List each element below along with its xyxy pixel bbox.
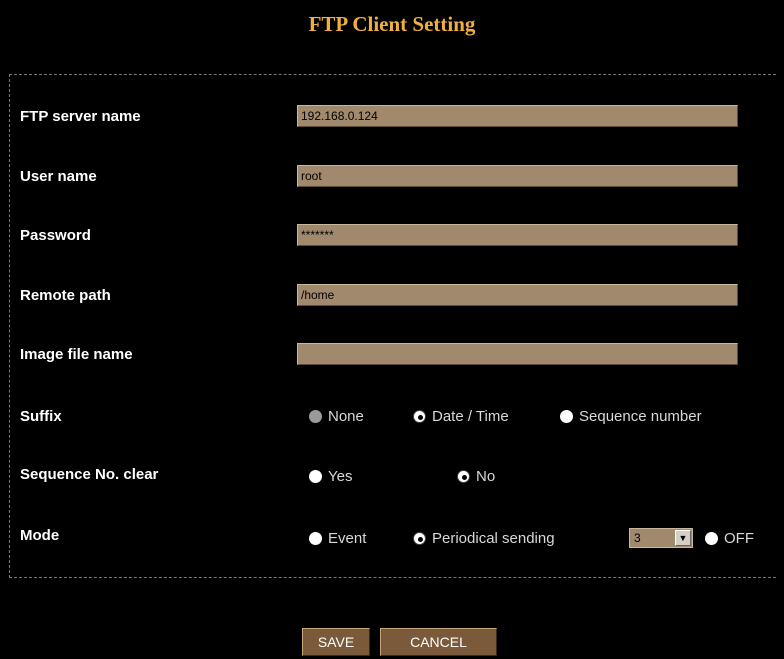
- user-name-input[interactable]: [297, 165, 738, 187]
- cancel-button[interactable]: CANCEL: [380, 628, 497, 656]
- interval-select[interactable]: 3 ▼: [629, 528, 693, 548]
- remote-path-label: Remote path: [20, 287, 111, 304]
- mode-option-periodical[interactable]: Periodical sending: [413, 530, 555, 547]
- user-name-label: User name: [20, 168, 97, 185]
- remote-path-input[interactable]: [297, 284, 738, 306]
- radio-selected-icon[interactable]: [413, 410, 426, 423]
- image-file-name-input[interactable]: [297, 343, 738, 365]
- mode-label: Mode: [20, 527, 60, 544]
- radio-icon[interactable]: [309, 410, 322, 423]
- mode-option-off[interactable]: OFF: [705, 530, 754, 547]
- suffix-option-none[interactable]: None: [309, 408, 364, 425]
- mode-option-label: Periodical sending: [432, 530, 555, 547]
- ftp-server-label: FTP server name: [20, 108, 141, 125]
- suffix-option-label: Sequence number: [579, 408, 702, 425]
- sequence-clear-label: Sequence No. clear: [20, 466, 159, 483]
- page-title: FTP Client Setting: [308, 12, 476, 36]
- mode-option-label: Event: [328, 530, 367, 547]
- image-file-name-label: Image file name: [20, 346, 133, 363]
- radio-icon[interactable]: [560, 410, 573, 423]
- radio-icon[interactable]: [309, 532, 322, 545]
- seqclear-option-no[interactable]: No: [457, 468, 495, 485]
- password-label: Password: [20, 227, 91, 244]
- ftp-server-input[interactable]: [297, 105, 738, 127]
- save-button[interactable]: SAVE: [302, 628, 370, 656]
- suffix-option-label: Date / Time: [432, 408, 509, 425]
- seqclear-option-yes[interactable]: Yes: [309, 468, 352, 485]
- suffix-option-label: None: [328, 408, 364, 425]
- seqclear-option-label: No: [476, 468, 496, 485]
- mode-option-label: OFF: [724, 530, 754, 547]
- chevron-down-icon[interactable]: ▼: [675, 530, 691, 546]
- password-input[interactable]: [297, 224, 738, 246]
- suffix-option-datetime[interactable]: Date / Time: [413, 408, 509, 425]
- radio-selected-icon[interactable]: [457, 470, 470, 483]
- suffix-label: Suffix: [20, 408, 62, 425]
- interval-value: 3: [634, 531, 641, 545]
- suffix-option-sequence[interactable]: Sequence number: [560, 408, 702, 425]
- radio-icon[interactable]: [705, 532, 718, 545]
- radio-selected-icon[interactable]: [413, 532, 426, 545]
- mode-option-event[interactable]: Event: [309, 530, 366, 547]
- radio-icon[interactable]: [309, 470, 322, 483]
- seqclear-option-label: Yes: [328, 468, 353, 485]
- settings-frame: [9, 74, 776, 578]
